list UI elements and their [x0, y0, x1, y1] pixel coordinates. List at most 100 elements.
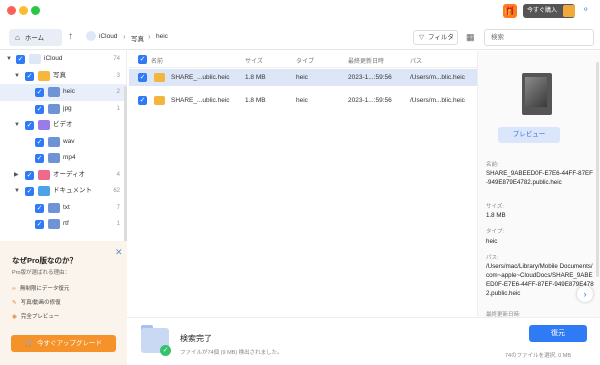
close-icon[interactable]: ✕ — [115, 247, 123, 258]
item-count: 74 — [113, 56, 120, 62]
video-icon — [38, 120, 50, 130]
table-row[interactable]: ✓ SHARE_...ublic.heic 1.8 MB heic 2023-1… — [129, 69, 477, 86]
sidebar: ▼ ✓ iCloud 74 ▼ ✓ 写真 3 ✓ heic 2 ✓ jpg 1 … — [0, 51, 127, 241]
checkbox[interactable]: ✓ — [25, 71, 34, 81]
eye-icon: ◉ — [12, 314, 17, 320]
gift-icon[interactable]: 🎁 — [503, 4, 517, 18]
sidebar-item-label: ビデオ — [53, 121, 73, 128]
grid-view-icon[interactable]: ▦ — [466, 32, 475, 43]
sidebar-item-documents[interactable]: ▼ ✓ ドキュメント 62 — [0, 183, 126, 200]
column-path[interactable]: パス — [410, 56, 422, 65]
sidebar-item-label: iCloud — [44, 55, 63, 62]
column-type[interactable]: タイプ — [296, 56, 314, 65]
restore-button[interactable]: 復元 — [529, 325, 587, 342]
type-label: タイプ: — [486, 229, 505, 235]
table-header: ✓ 名前 サイズ タイプ 最終更新日時 パス — [129, 51, 477, 68]
breadcrumb-separator: › — [123, 32, 126, 41]
chevron-down-icon[interactable]: ▼ — [14, 68, 20, 85]
cell-modified: 2023-1...:59:56 — [348, 97, 392, 104]
promo-title: なぜPro版なのか？ — [12, 256, 78, 265]
close-window-button[interactable] — [7, 6, 16, 15]
checkbox[interactable]: ✓ — [25, 187, 34, 196]
sidebar-item-wav[interactable]: ✓ wav — [0, 134, 126, 151]
sidebar-item-photos[interactable]: ▼ ✓ 写真 3 — [0, 68, 126, 85]
details-scrollbar[interactable] — [596, 62, 599, 277]
repair-icon: ✎ — [12, 300, 17, 306]
infinity-icon: ∞ — [12, 286, 16, 292]
breadcrumb-photos[interactable]: 写真 — [131, 33, 144, 43]
checkbox[interactable]: ✓ — [35, 104, 44, 114]
cell-name: SHARE_...ublic.heic — [171, 74, 230, 81]
key-icon[interactable]: ⚬ — [582, 4, 594, 18]
chevron-right-icon[interactable]: ▶ — [14, 167, 19, 184]
sidebar-item-label: rtf — [63, 220, 69, 227]
sidebar-item-icloud[interactable]: ▼ ✓ iCloud 74 — [0, 51, 126, 68]
sidebar-item-heic[interactable]: ✓ heic 2 — [0, 84, 126, 101]
checkbox[interactable]: ✓ — [35, 220, 44, 229]
cart-icon: 🛒 — [24, 340, 34, 347]
breadcrumb-icloud[interactable]: iCloud — [99, 33, 117, 40]
breadcrumb-heic[interactable]: heic — [156, 33, 168, 40]
home-icon: ⌂ — [15, 33, 20, 42]
filter-button[interactable]: ▽ フィルタ — [413, 30, 458, 45]
chevron-down-icon[interactable]: ▼ — [14, 117, 20, 134]
sidebar-item-label: オーディオ — [53, 170, 86, 178]
folder-icon — [48, 153, 60, 163]
promo-feature-label: 写真/動画の修復 — [20, 300, 61, 306]
chevron-down-icon[interactable]: ▼ — [6, 51, 12, 68]
checkbox[interactable]: ✓ — [35, 154, 44, 163]
sidebar-item-txt[interactable]: ✓ txt 7 — [0, 200, 126, 217]
check-icon: ✓ — [160, 345, 171, 356]
cell-type: heic — [296, 74, 308, 81]
music-icon — [38, 169, 50, 180]
checkbox[interactable]: ✓ — [16, 55, 25, 64]
column-size[interactable]: サイズ — [245, 56, 263, 65]
checkbox[interactable]: ✓ — [35, 88, 44, 97]
checkbox[interactable]: ✓ — [35, 203, 44, 213]
icloud-icon — [29, 54, 41, 64]
checkbox[interactable]: ✓ — [25, 121, 34, 130]
document-icon — [38, 186, 50, 196]
sidebar-item-audio[interactable]: ▶ ✓ オーディオ 4 — [0, 167, 126, 184]
sidebar-item-label: jpg — [63, 104, 72, 112]
column-name[interactable]: 名前 — [151, 56, 163, 65]
size-label: サイズ: — [486, 204, 504, 210]
upgrade-label: 今すぐアップグレード — [37, 340, 103, 347]
cell-size: 1.8 MB — [245, 74, 266, 81]
home-button[interactable]: ⌂ ホーム — [9, 29, 62, 46]
selection-count: 74のファイルを選択, 0 MB — [505, 353, 572, 359]
checkbox[interactable]: ✓ — [25, 170, 34, 180]
column-modified[interactable]: 最終更新日時 — [348, 56, 384, 65]
chevron-right-icon[interactable]: › — [577, 286, 593, 302]
upgrade-button[interactable]: 🛒 今すぐアップグレード — [11, 335, 116, 352]
cell-type: heic — [296, 97, 308, 104]
item-count: 7 — [116, 204, 120, 211]
up-arrow-icon[interactable]: ↑ — [68, 31, 73, 42]
sidebar-item-mp4[interactable]: ✓ mp4 — [0, 150, 126, 167]
preview-button[interactable]: プレビュー — [498, 127, 560, 143]
row-checkbox[interactable]: ✓ — [138, 73, 147, 82]
zoom-window-button[interactable] — [31, 6, 40, 15]
item-count: 1 — [116, 105, 120, 112]
promo-feature-label: 完全プレビュー — [20, 314, 60, 320]
item-count: 62 — [113, 188, 120, 194]
cell-name: SHARE_...ublic.heic — [171, 97, 230, 104]
path-label: パス: — [486, 255, 499, 261]
row-checkbox[interactable]: ✓ — [138, 96, 147, 105]
search-input[interactable] — [484, 29, 594, 46]
sidebar-item-rtf[interactable]: ✓ rtf 1 — [0, 216, 126, 233]
chevron-down-icon[interactable]: ▼ — [14, 183, 20, 200]
sidebar-item-video[interactable]: ▼ ✓ ビデオ — [0, 117, 126, 134]
folder-icon — [48, 219, 60, 229]
sidebar-item-label: 写真 — [53, 71, 66, 79]
table-row[interactable]: ✓ SHARE_...ublic.heic 1.8 MB heic 2023-1… — [129, 92, 477, 109]
cell-path: /Users/m...blic.heic — [410, 74, 465, 81]
checkbox[interactable]: ✓ — [35, 137, 44, 147]
sidebar-scrollbar[interactable] — [124, 86, 127, 246]
filter-label: フィルタ — [428, 34, 454, 41]
price-tag-icon — [563, 5, 575, 17]
select-all-checkbox[interactable]: ✓ — [138, 55, 147, 64]
sidebar-item-label: mp4 — [63, 154, 76, 161]
minimize-window-button[interactable] — [19, 6, 28, 15]
sidebar-item-jpg[interactable]: ✓ jpg 1 — [0, 101, 126, 118]
